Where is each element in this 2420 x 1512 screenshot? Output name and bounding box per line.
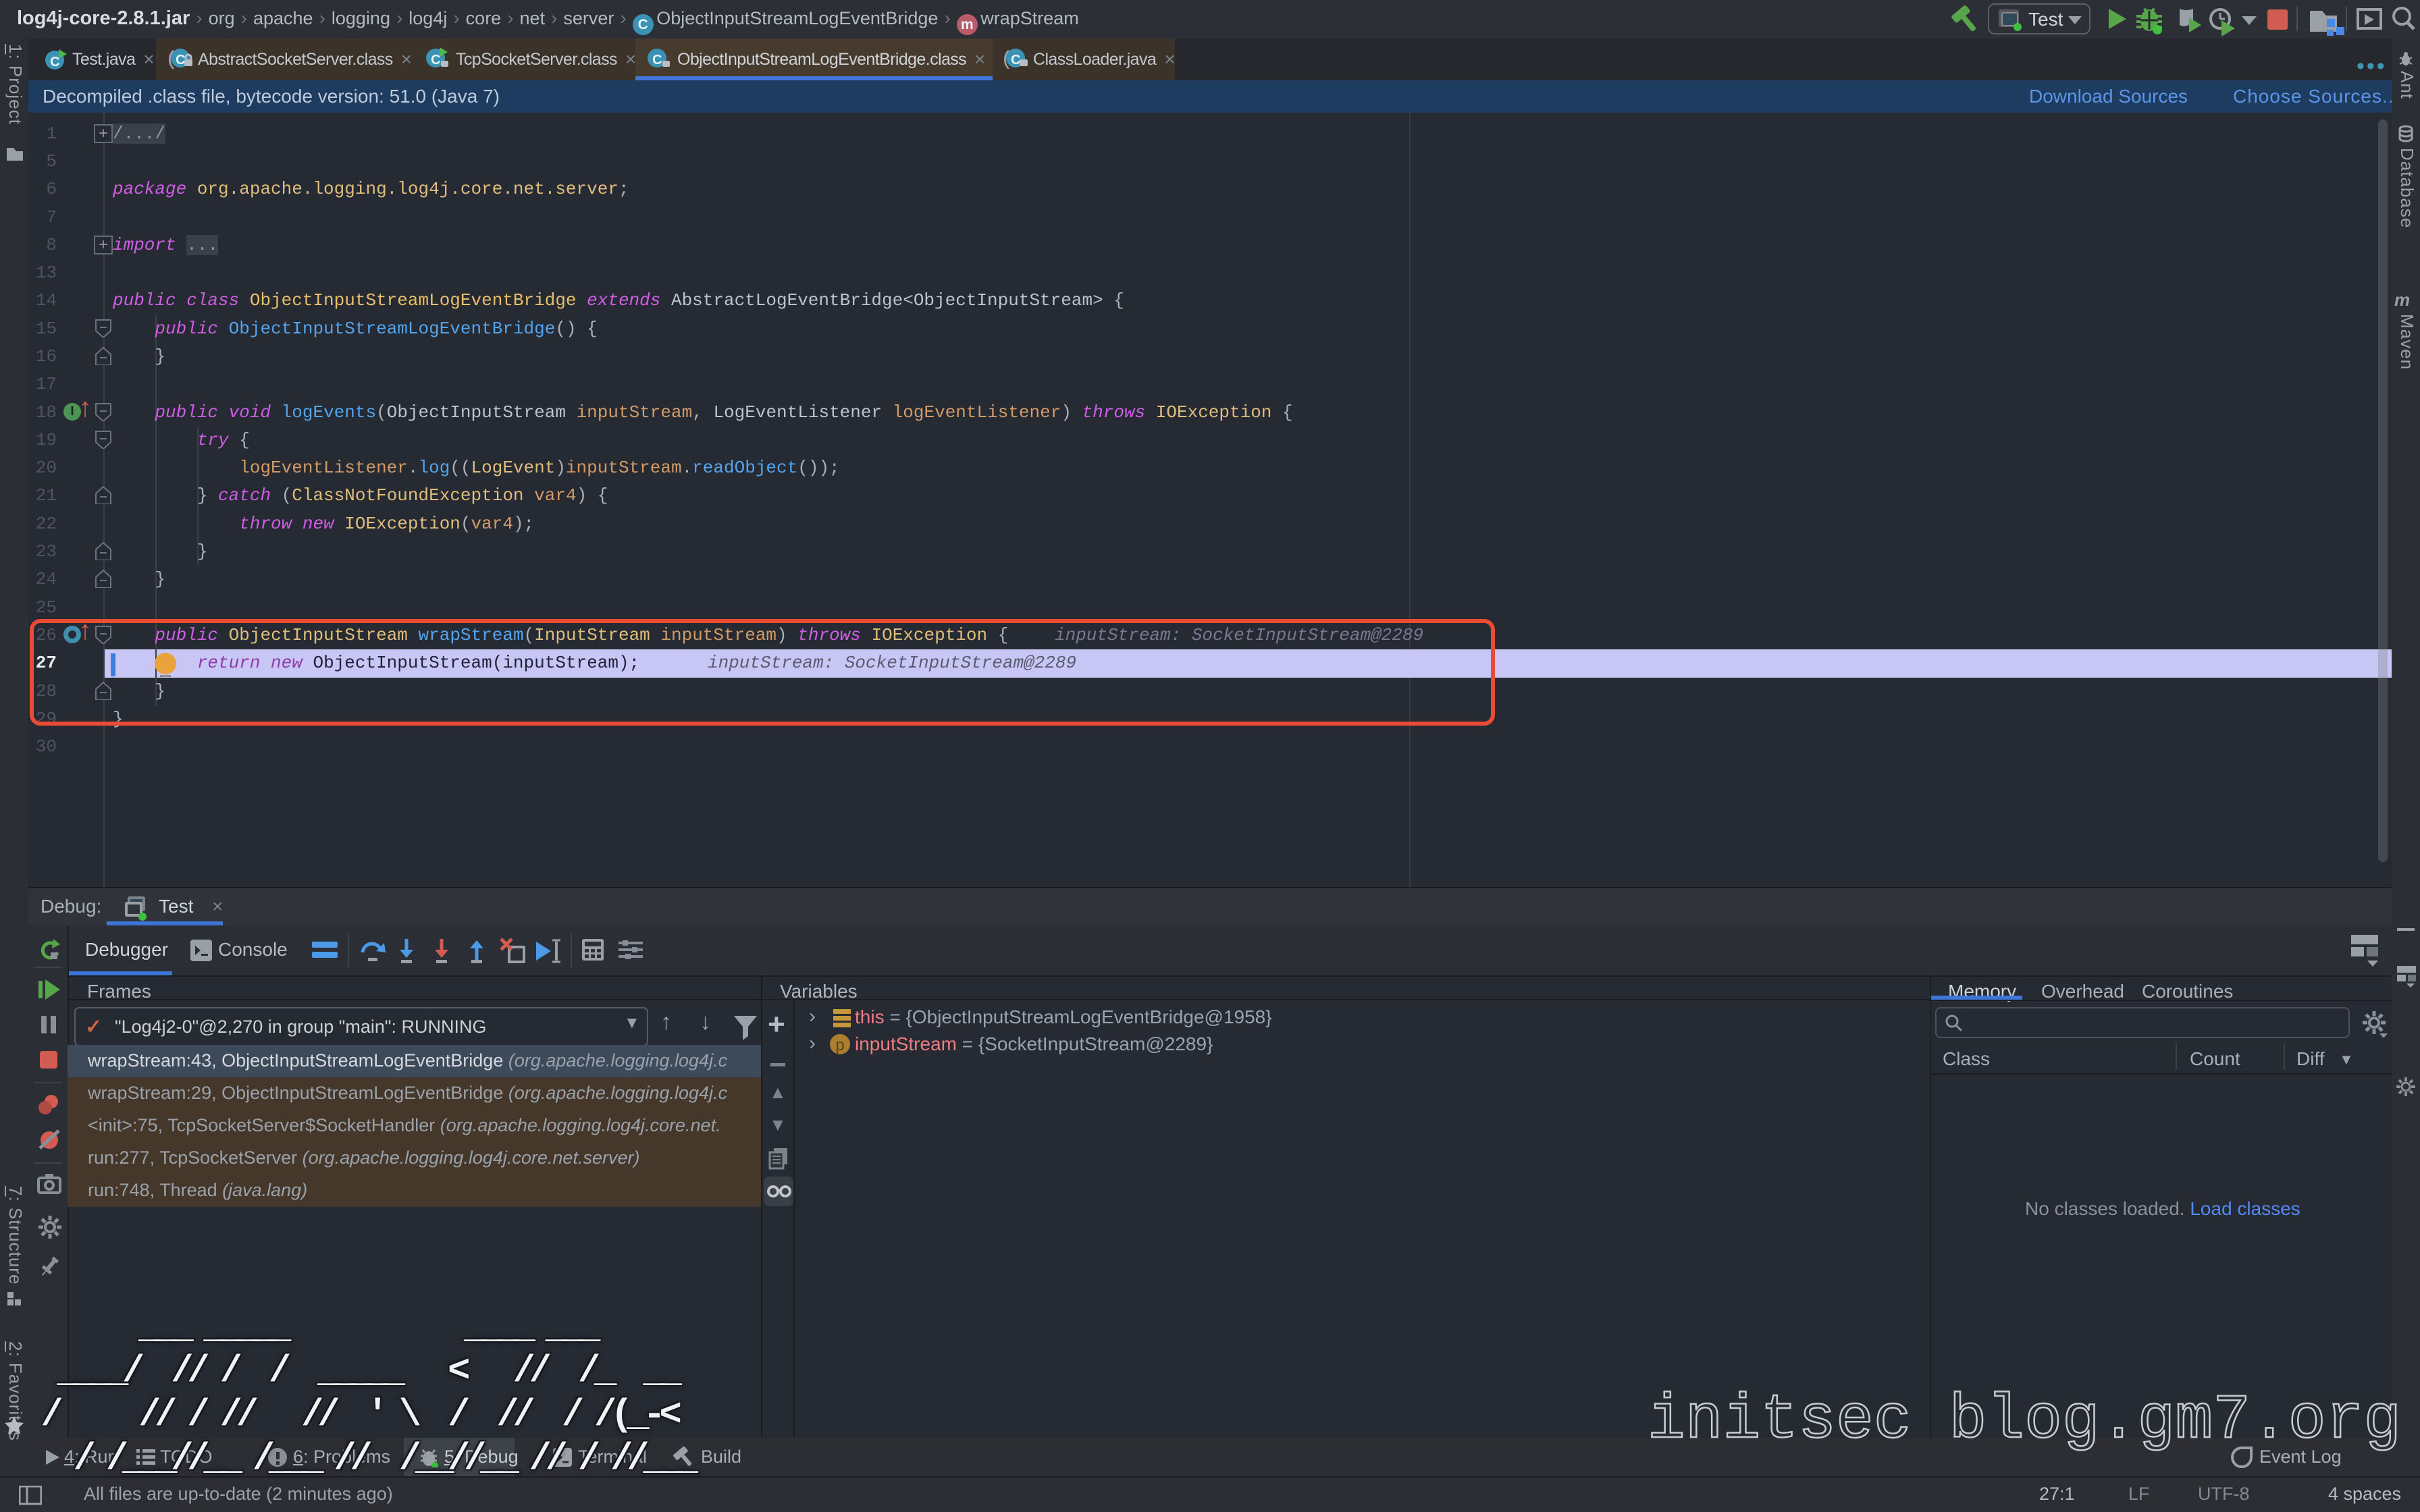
svg-text:C: C [176,53,185,68]
svg-text:C: C [1011,53,1020,68]
svg-text:C: C [50,55,59,70]
svg-text:C: C [431,53,440,68]
svg-text:C: C [652,53,662,68]
svg-text:Test: Test [2028,9,2063,30]
svg-text:p: p [835,1036,844,1054]
